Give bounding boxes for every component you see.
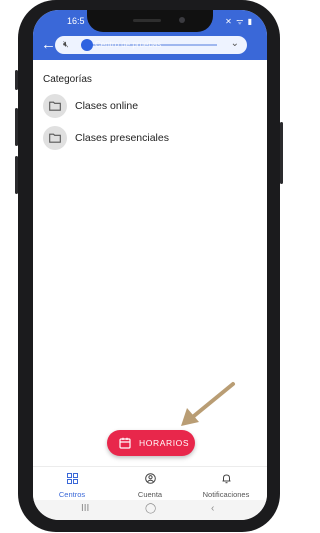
nav-label-notificaciones: Notificaciones xyxy=(202,490,250,499)
chevron-down-icon[interactable]: ⌄ xyxy=(231,38,239,49)
nav-item-cuenta[interactable]: Cuenta xyxy=(115,471,185,499)
camera-notch xyxy=(87,10,213,32)
nav-label-cuenta: Cuenta xyxy=(137,490,163,499)
home-button[interactable]: ◯ xyxy=(145,503,156,514)
folder-icon xyxy=(43,126,67,150)
phone-volume-up xyxy=(15,108,18,146)
front-camera xyxy=(179,17,185,23)
category-label: Clases online xyxy=(75,100,139,112)
horarios-label: HORARIOS xyxy=(139,438,190,448)
selector-value: Centro de pruebas xyxy=(95,40,162,49)
back-button[interactable]: ‹ xyxy=(211,503,214,514)
mute-icon[interactable]: 🔇︎ xyxy=(63,39,69,50)
phone-volume-down xyxy=(15,156,18,194)
category-item-online[interactable]: Clases online xyxy=(43,94,253,118)
back-arrow-icon[interactable]: ← xyxy=(41,37,56,52)
folder-icon xyxy=(43,94,67,118)
calendar-icon xyxy=(119,437,131,449)
category-label: Clases presenciales xyxy=(75,132,169,144)
nav-label-centros: Centros xyxy=(58,490,86,499)
account-icon xyxy=(144,473,156,484)
phone-power-button xyxy=(280,122,283,184)
category-item-presenciales[interactable]: Clases presenciales xyxy=(43,126,253,150)
nav-item-centros[interactable]: Centros xyxy=(37,471,107,499)
center-selector[interactable]: 🔇︎ Centro de pruebas ⌄ xyxy=(55,36,247,54)
recents-button[interactable]: III xyxy=(81,503,89,514)
bottom-navigation: Centros Cuenta Notificaciones xyxy=(33,466,267,501)
nav-item-notificaciones[interactable]: Notificaciones xyxy=(191,471,261,499)
pointer-arrow-icon xyxy=(181,382,235,426)
system-navigation-bar: III ◯ ‹ xyxy=(33,500,267,520)
app-screen: 16:5 ✕ ᯤ ▮ ← 🔇︎ Centro de pruebas ⌄ Cate… xyxy=(33,10,267,520)
status-icons: ✕ ᯤ ▮ xyxy=(225,17,253,26)
speaker-grille xyxy=(133,19,161,22)
grid-icon xyxy=(66,473,78,484)
bell-icon xyxy=(222,474,230,484)
section-title: Categorías xyxy=(43,74,92,85)
horarios-button[interactable]: HORARIOS xyxy=(107,430,195,456)
selector-knob[interactable] xyxy=(81,39,93,51)
status-time: 16:5 xyxy=(67,16,85,26)
phone-side-button xyxy=(15,70,18,90)
